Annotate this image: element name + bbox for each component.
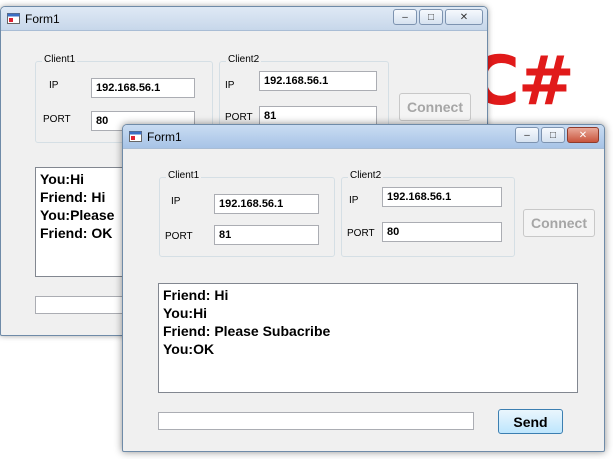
front-client2-ip-input[interactable]: 192.168.56.1 <box>382 187 502 207</box>
front-client1-port-input[interactable]: 81 <box>214 225 319 245</box>
front-window-title: Form1 <box>147 130 182 144</box>
form-app-icon <box>7 13 20 24</box>
back-title-bar[interactable]: Form1 – □ ✕ <box>1 7 487 31</box>
back-maximize-button[interactable]: □ <box>419 9 443 25</box>
front-client1-group-label: Client1 <box>166 170 202 181</box>
back-client2-ip-input[interactable]: 192.168.56.1 <box>259 71 377 91</box>
back-client1-ip-input[interactable]: 192.168.56.1 <box>91 78 195 98</box>
back-chat-line: Friend: OK <box>40 225 113 241</box>
back-client1-ip-label: IP <box>49 80 59 91</box>
front-message-input[interactable] <box>158 412 474 430</box>
front-chat-line: Friend: Hi <box>163 287 229 303</box>
front-chat-line: Friend: Please Subacribe <box>163 323 331 339</box>
front-client2-group-label: Client2 <box>348 170 384 181</box>
front-maximize-button[interactable]: □ <box>541 127 565 143</box>
send-button[interactable]: Send <box>498 409 563 434</box>
back-client1-group-label: Client1 <box>42 54 78 65</box>
front-client1-group: Client1 <box>159 170 335 257</box>
front-chat-line: You:Hi <box>163 305 208 321</box>
front-title-bar[interactable]: Form1 – □ ✕ <box>123 125 604 149</box>
back-chat-log[interactable]: You:Hi Friend: Hi You:Please Friend: OK <box>35 167 127 277</box>
front-connect-button[interactable]: Connect <box>523 209 595 237</box>
front-close-button[interactable]: ✕ <box>567 127 599 143</box>
back-client2-port-input[interactable]: 81 <box>259 106 377 126</box>
back-client2-ip-label: IP <box>225 80 235 91</box>
front-form-window: Form1 – □ ✕ Client1 IP 192.168.56.1 PORT… <box>122 124 605 452</box>
front-client2-port-label: PORT <box>347 228 375 239</box>
back-client2-group-label: Client2 <box>226 54 262 65</box>
form-app-icon <box>129 131 142 142</box>
front-client2-ip-label: IP <box>349 195 359 206</box>
back-minimize-button[interactable]: – <box>393 9 417 25</box>
back-client1-port-label: PORT <box>43 114 71 125</box>
front-client1-ip-label: IP <box>171 196 181 207</box>
back-chat-line: You:Hi <box>40 171 85 187</box>
front-client1-port-label: PORT <box>165 231 193 242</box>
back-chat-line: You:Please <box>40 207 115 223</box>
back-message-input[interactable] <box>35 296 127 314</box>
back-window-title: Form1 <box>25 12 60 26</box>
front-client2-port-input[interactable]: 80 <box>382 222 502 242</box>
back-chat-line: Friend: Hi <box>40 189 106 205</box>
front-client1-ip-input[interactable]: 192.168.56.1 <box>214 194 319 214</box>
front-chat-log[interactable]: Friend: Hi You:Hi Friend: Please Subacri… <box>158 283 578 393</box>
back-connect-button[interactable]: Connect <box>399 93 471 121</box>
front-chat-line: You:OK <box>163 341 215 357</box>
back-client2-port-label: PORT <box>225 112 253 123</box>
back-close-button[interactable]: ✕ <box>445 9 483 25</box>
front-minimize-button[interactable]: – <box>515 127 539 143</box>
